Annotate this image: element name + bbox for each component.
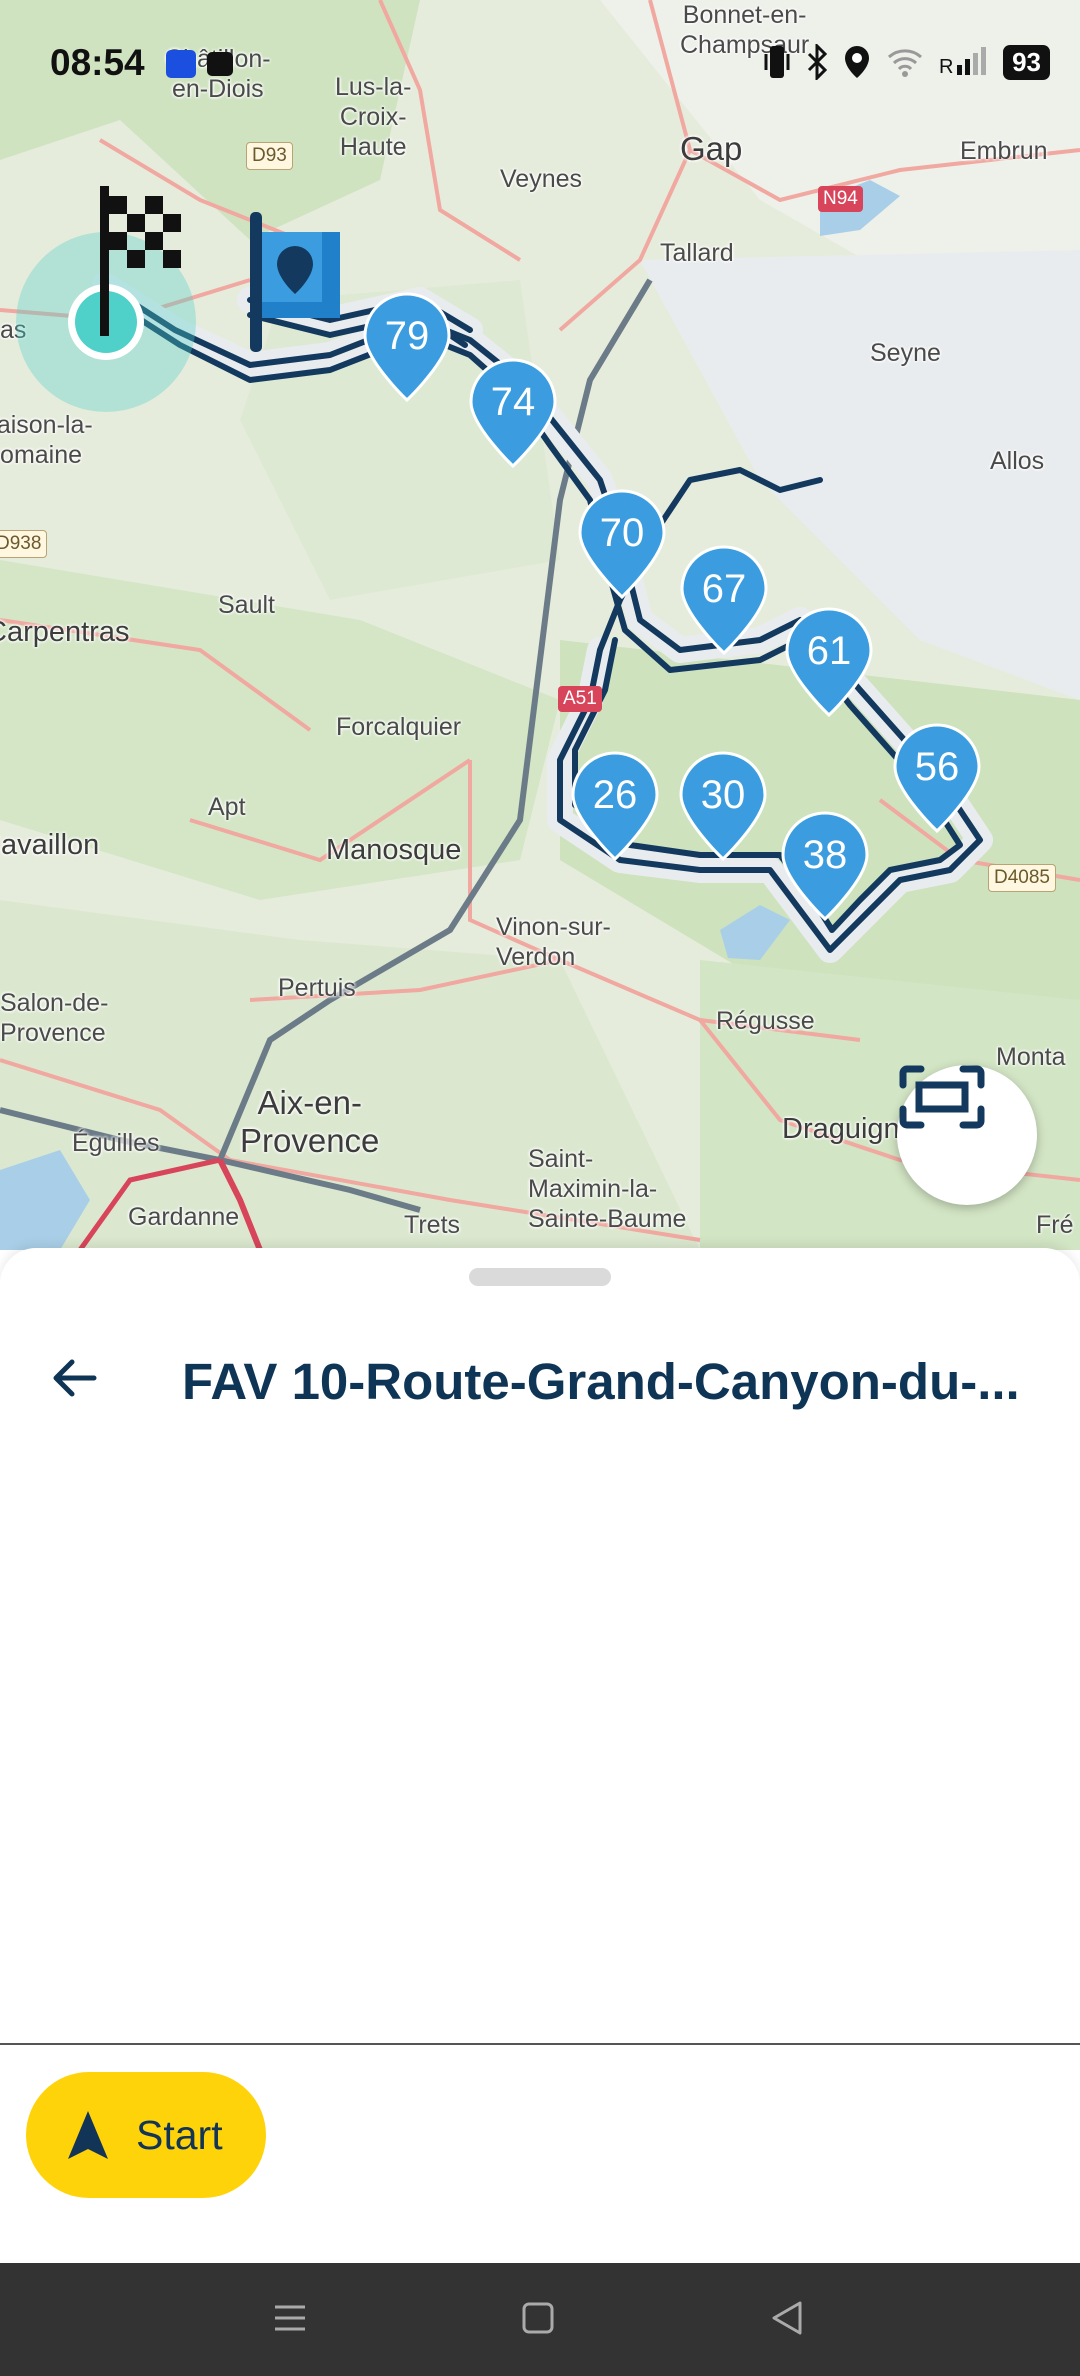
- waypoint-number: 38: [802, 833, 848, 877]
- map-label-aix: Aix-en- Provence: [240, 1084, 380, 1159]
- map-label-draguignan: Draguign: [782, 1113, 900, 1145]
- navigation-arrow-icon: [68, 2111, 108, 2159]
- map-label-embrun: Embrun: [960, 137, 1048, 165]
- waypoint-number: 56: [914, 745, 960, 789]
- road-badge-d93: D93: [246, 142, 293, 170]
- map-label-seyne: Seyne: [870, 339, 941, 367]
- back-nav-icon[interactable]: [762, 2293, 812, 2343]
- action-footer: Start: [0, 2045, 1080, 2263]
- map-label-monta: Monta: [996, 1043, 1066, 1071]
- waypoint-marker[interactable]: 38: [781, 811, 869, 921]
- destination-flag-icon[interactable]: [244, 210, 354, 370]
- road-badge-a51: A51: [558, 686, 602, 712]
- map-label-tallard: Tallard: [660, 239, 734, 267]
- bluetooth-icon: [808, 44, 828, 80]
- waypoint-marker[interactable]: 74: [469, 358, 557, 468]
- start-button-label: Start: [136, 2111, 223, 2158]
- waypoint-number: 67: [701, 567, 747, 611]
- map-label-cavaillon: Cavaillon: [0, 829, 100, 861]
- map-label-allos: Allos: [990, 447, 1045, 475]
- battery-indicator: 93: [1003, 44, 1050, 80]
- waypoint-marker[interactable]: 70: [578, 489, 666, 599]
- map-label-carpentras: Carpentras: [0, 616, 130, 648]
- app-notification-icon: [207, 52, 233, 76]
- map-label-forcalquier: Forcalquier: [336, 713, 462, 741]
- map-label-apt: Apt: [208, 793, 246, 821]
- waypoint-marker[interactable]: 79: [363, 292, 451, 402]
- arrow-left-icon: [53, 1359, 97, 1397]
- waypoint-marker[interactable]: 61: [785, 607, 873, 717]
- menu-icon[interactable]: [265, 2293, 315, 2343]
- map-label-pertuis: Pertuis: [278, 974, 356, 1002]
- map-label-eguilles: Éguilles: [72, 1129, 160, 1157]
- map-label-regusse: Régusse: [716, 1007, 815, 1035]
- road-badge-d938: D938: [0, 530, 48, 558]
- map-label-vinon: Vinon-sur- Verdon: [496, 913, 611, 971]
- map-label-sault: Sault: [218, 591, 275, 619]
- start-navigation-button[interactable]: Start: [26, 2072, 266, 2198]
- waypoint-number: 74: [490, 380, 536, 424]
- fit-screen-icon: [899, 1065, 985, 1129]
- waypoint-marker[interactable]: 30: [679, 751, 767, 861]
- waypoint-number: 79: [384, 314, 430, 358]
- road-badge-d4085: D4085: [988, 864, 1056, 892]
- app-notification-icon: [166, 50, 196, 78]
- map-label-frejus: Fré: [1036, 1211, 1074, 1239]
- waypoint-number: 61: [806, 629, 852, 673]
- waypoint-number: 26: [592, 773, 638, 817]
- finish-flag-icon[interactable]: [96, 186, 196, 346]
- map-label-veynes: Veynes: [500, 165, 583, 193]
- map-label-saint-maximin: Saint- Maximin-la- Sainte-Baume: [528, 1145, 687, 1233]
- map-label-gap: Gap: [680, 130, 743, 167]
- waypoint-number: 30: [700, 773, 746, 817]
- wifi-icon: [888, 49, 923, 77]
- map-label-trets: Trets: [404, 1211, 461, 1239]
- fit-route-button[interactable]: [897, 1065, 1037, 1205]
- back-button[interactable]: [44, 1348, 104, 1408]
- status-bar: 08:54 R 93: [0, 0, 1080, 120]
- vibrate-icon: [764, 46, 790, 78]
- waypoint-number: 70: [599, 511, 645, 555]
- sheet-drag-handle[interactable]: [469, 1268, 611, 1286]
- route-map[interactable]: Bonnet-en- Champsaur Châtillon- en-Diois…: [0, 0, 1080, 1250]
- status-icons: R 93: [763, 44, 1050, 80]
- signal-icon: R: [939, 47, 987, 77]
- map-label-salon: Salon-de- Provence: [0, 989, 109, 1047]
- waypoint-marker[interactable]: 56: [893, 723, 981, 833]
- route-title: FAV 10-Route-Grand-Canyon-du-...: [182, 1353, 1020, 1410]
- svg-text:R: R: [939, 56, 953, 77]
- map-label-manosque: Manosque: [326, 834, 462, 866]
- road-badge-n94: N94: [818, 186, 863, 212]
- system-nav-bar: [0, 2263, 1080, 2376]
- route-details-sheet[interactable]: FAV 10-Route-Grand-Canyon-du-...: [0, 1248, 1080, 2048]
- waypoint-marker[interactable]: 26: [571, 751, 659, 861]
- home-icon[interactable]: [513, 2293, 563, 2343]
- map-label-gardanne: Gardanne: [128, 1203, 240, 1231]
- waypoint-marker[interactable]: 67: [680, 545, 768, 655]
- location-icon: [845, 46, 870, 78]
- status-time: 08:54: [50, 42, 145, 83]
